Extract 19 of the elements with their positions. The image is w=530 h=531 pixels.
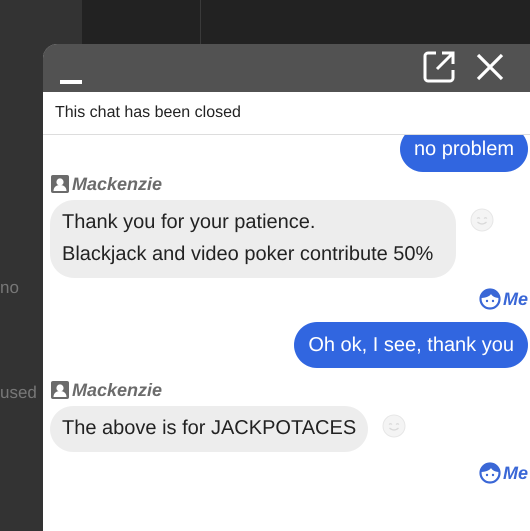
sender-name: Mackenzie [72, 174, 162, 194]
smiley-icon[interactable] [382, 414, 406, 438]
background-text: no [0, 278, 19, 298]
sender-name: Me [502, 288, 528, 310]
message-bubble: Thank you for your patience. Blackjack and video poker contribute 50% [50, 200, 456, 278]
face-icon [478, 462, 501, 484]
person-icon [50, 380, 70, 400]
face-icon [478, 288, 501, 310]
close-button[interactable] [476, 53, 504, 81]
popout-button[interactable] [422, 50, 456, 84]
person-icon [50, 174, 70, 194]
sender-name: Mackenzie [72, 380, 162, 400]
minimize-button[interactable] [60, 80, 82, 84]
background-text: used [0, 383, 37, 403]
message-bubble: no problem [400, 135, 528, 172]
sender-name: Me [502, 462, 528, 484]
message-bubble: The above is for JACKPOTACES [50, 406, 368, 452]
smiley-icon[interactable] [470, 208, 494, 232]
message-bubble: Oh ok, I see, thank you [294, 322, 528, 368]
